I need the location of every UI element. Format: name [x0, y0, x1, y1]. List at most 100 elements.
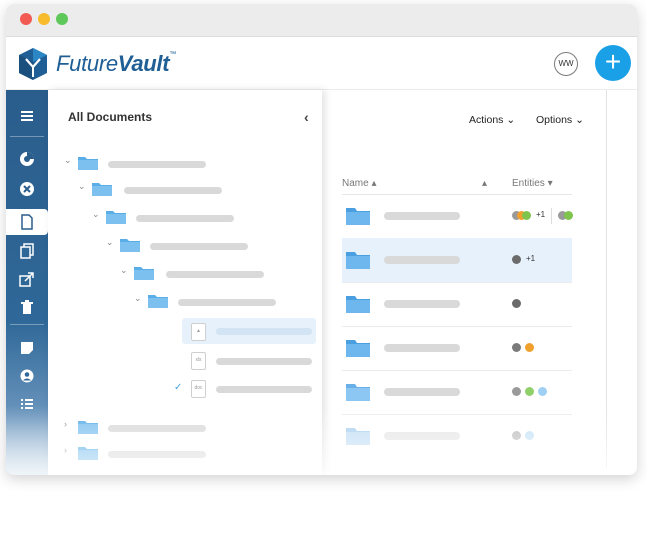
document-icon[interactable]: [6, 209, 48, 235]
futurevault-logo-icon: [19, 48, 47, 80]
entity-avatar: [525, 387, 534, 396]
trash-icon[interactable]: [6, 296, 48, 318]
share-icon[interactable]: [6, 268, 48, 290]
minimize-window-button[interactable]: [38, 13, 50, 25]
file-name-placeholder: [384, 300, 460, 308]
entity-avatar: [564, 211, 573, 220]
table-row-selected[interactable]: +1: [342, 238, 572, 283]
collapse-panel-icon[interactable]: ‹: [304, 109, 309, 125]
table-row[interactable]: +1: [342, 194, 573, 239]
file-icon: xls: [191, 352, 206, 370]
folder-name-placeholder: [108, 451, 206, 458]
table-row[interactable]: [342, 414, 572, 458]
column-resize-handle[interactable]: ▴: [482, 178, 487, 189]
tree-folder[interactable]: ⌄: [106, 236, 306, 254]
menu-icon[interactable]: [6, 106, 48, 128]
brand-name: FutureVault™: [56, 51, 176, 77]
chevron-down-icon: ⌄: [572, 114, 584, 126]
sort-icon: ▴: [371, 178, 377, 189]
sidebar-divider: [10, 324, 44, 325]
file-name-placeholder: [216, 358, 312, 365]
close-window-button[interactable]: [20, 13, 32, 25]
entity-divider: [551, 208, 552, 224]
file-name-placeholder: [384, 256, 460, 264]
chevron-right-icon[interactable]: ›: [64, 445, 67, 455]
tree-folder[interactable]: ⌄: [134, 292, 314, 310]
user-icon[interactable]: [6, 366, 48, 388]
folder-name-placeholder: [136, 215, 234, 222]
folder-icon: [346, 296, 370, 313]
sort-down-icon: ▾: [547, 178, 553, 189]
chevron-down-icon[interactable]: ⌄: [106, 237, 114, 248]
file-icon: doc: [191, 380, 206, 398]
tree-file[interactable]: xls: [188, 352, 318, 370]
folder-name-placeholder: [178, 299, 276, 306]
column-header-entities[interactable]: Entities ▾: [512, 178, 553, 189]
file-name-placeholder: [384, 344, 460, 352]
options-dropdown[interactable]: Options ⌄: [536, 114, 584, 126]
chevron-right-icon[interactable]: ›: [64, 419, 67, 429]
tree-folder[interactable]: ⌄: [92, 208, 312, 226]
folder-icon: [92, 183, 112, 196]
folder-name-placeholder: [108, 161, 206, 168]
sidebar: [6, 90, 48, 475]
table-row[interactable]: [342, 370, 572, 415]
close-circle-icon[interactable]: [6, 178, 48, 200]
folder-icon: [106, 211, 126, 224]
note-icon[interactable]: [6, 338, 48, 360]
folder-icon: [134, 267, 154, 280]
chevron-down-icon[interactable]: ⌄: [92, 209, 100, 220]
panel-title: All Documents: [68, 110, 153, 124]
file-name-placeholder: [216, 386, 312, 393]
folder-name-placeholder: [124, 187, 222, 194]
tree-folder[interactable]: ⌄: [78, 180, 308, 198]
brand-name-bold: Vault: [117, 51, 170, 76]
entity-avatar: [512, 299, 521, 308]
sidebar-divider: [10, 136, 44, 137]
options-label: Options: [536, 114, 573, 126]
chevron-down-icon[interactable]: ⌄: [134, 293, 142, 304]
folder-icon: [78, 447, 98, 460]
content-right-divider: [606, 90, 607, 468]
folder-name-placeholder: [150, 243, 248, 250]
column-header-name[interactable]: Name ▴: [342, 178, 377, 189]
tree-folder[interactable]: ⌄: [120, 264, 310, 282]
user-avatar[interactable]: WW: [554, 52, 578, 76]
folder-icon: [148, 295, 168, 308]
app-window: FutureVault™ WW + All Documents ‹ ⌄ ⌄ ⌄ …: [6, 4, 637, 475]
folder-icon: [346, 340, 370, 357]
entity-avatar: [525, 343, 534, 352]
actions-label: Actions: [469, 114, 504, 126]
entity-avatar: [512, 255, 521, 264]
brand-name-light: Future: [56, 51, 118, 76]
entity-avatar: [512, 343, 521, 352]
add-button[interactable]: +: [595, 45, 631, 81]
tree-folder[interactable]: ⌄: [64, 154, 314, 172]
image-file-icon: ▲: [191, 323, 206, 341]
folder-icon: [346, 384, 370, 401]
maximize-window-button[interactable]: [56, 13, 68, 25]
file-name-placeholder: [384, 388, 460, 396]
check-icon: ✓: [174, 382, 183, 393]
table-row[interactable]: [342, 282, 572, 327]
tree-folder[interactable]: ›: [64, 444, 314, 462]
tree-folder[interactable]: ›: [64, 418, 314, 436]
chevron-down-icon[interactable]: ⌄: [120, 265, 128, 276]
tree-file-selected[interactable]: ▲: [182, 318, 316, 344]
folder-icon: [346, 252, 370, 269]
folder-icon: [346, 428, 370, 445]
chevron-down-icon[interactable]: ⌄: [64, 155, 72, 166]
list-icon[interactable]: [6, 394, 48, 416]
copy-icon[interactable]: [6, 240, 48, 262]
file-name-placeholder: [384, 212, 460, 220]
file-name-placeholder: [384, 432, 460, 440]
folder-icon: [346, 208, 370, 225]
entity-avatar: [525, 431, 534, 440]
table-row[interactable]: [342, 326, 572, 371]
entity-avatar: [538, 387, 547, 396]
actions-dropdown[interactable]: Actions ⌄: [469, 114, 515, 126]
dashboard-icon[interactable]: [6, 148, 48, 170]
tree-file[interactable]: ✓ doc: [174, 380, 318, 398]
chevron-down-icon[interactable]: ⌄: [78, 181, 86, 192]
trademark: ™: [169, 51, 176, 58]
